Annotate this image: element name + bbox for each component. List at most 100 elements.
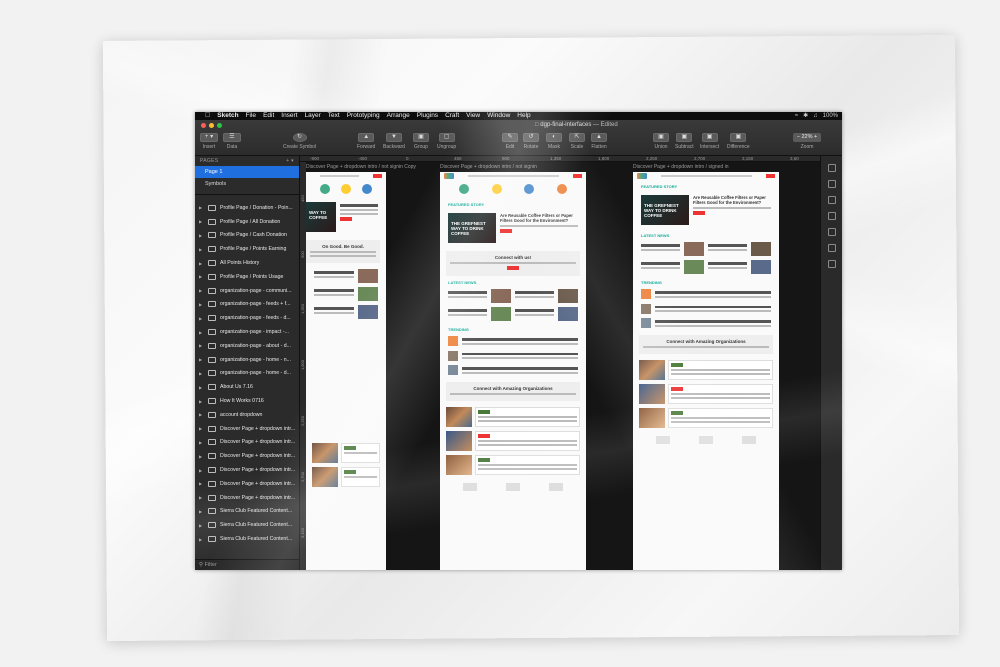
- forward-button[interactable]: ▲ Forward: [357, 133, 375, 150]
- layer-item[interactable]: ▶ Profile Page / Points Usage: [195, 270, 299, 284]
- disclosure-triangle-icon[interactable]: ▶: [199, 509, 204, 514]
- layer-item[interactable]: ▶ organization-page - home - d...: [195, 367, 299, 381]
- page-item-page-1[interactable]: Page 1: [195, 166, 299, 178]
- disclosure-triangle-icon[interactable]: ▶: [199, 371, 204, 376]
- layer-item[interactable]: ▶ Discover Page + dropdown intr...: [195, 422, 299, 436]
- mask-button[interactable]: ◐ Mask: [546, 133, 562, 150]
- battery-percent[interactable]: 100%: [823, 112, 838, 120]
- layer-item[interactable]: ▶ Discover Page + dropdown intr...: [195, 491, 299, 505]
- minimize-window-icon[interactable]: [209, 123, 214, 128]
- layer-item[interactable]: ▶ Profile Page / Points Earning: [195, 242, 299, 256]
- menu-text[interactable]: Text: [328, 112, 340, 120]
- disclosure-triangle-icon[interactable]: ▶: [199, 537, 204, 542]
- layer-item[interactable]: ▶ Discover Page + dropdown intr...: [195, 449, 299, 463]
- disclosure-triangle-icon[interactable]: ▶: [199, 481, 204, 486]
- layer-item[interactable]: ▶ About Us 7.16: [195, 380, 299, 394]
- prototype-icon[interactable]: [827, 244, 836, 252]
- menu-layer[interactable]: Layer: [305, 112, 321, 120]
- layer-item[interactable]: ▶ organization-page - feeds + f...: [195, 298, 299, 312]
- page-item-symbols[interactable]: Symbols: [195, 178, 299, 190]
- menu-view[interactable]: View: [466, 112, 480, 120]
- menu-edit[interactable]: Edit: [263, 112, 274, 120]
- menu-plugins[interactable]: Plugins: [417, 112, 438, 120]
- filter-field[interactable]: ⚲ Filter: [195, 559, 299, 570]
- scale-button[interactable]: ⇱ Scale: [569, 133, 585, 150]
- layer-item[interactable]: ▶ Discover Page + dropdown intr...: [195, 463, 299, 477]
- backward-button[interactable]: ▼ Backward: [383, 133, 405, 150]
- layer-item[interactable]: ▶ Discover Page + dropdown intr...: [195, 436, 299, 450]
- style-icon[interactable]: [827, 212, 836, 220]
- layer-item[interactable]: ▶ Sierra Club Featured Content...: [195, 532, 299, 546]
- disclosure-triangle-icon[interactable]: ▶: [199, 288, 204, 293]
- disclosure-triangle-icon[interactable]: ▶: [199, 330, 204, 335]
- wifi-icon[interactable]: ≈: [795, 112, 798, 120]
- apple-icon[interactable]: : [205, 112, 210, 120]
- data-button[interactable]: ☰ Data: [223, 133, 241, 150]
- artboard-label[interactable]: Discover Page + dropdown intro / not sig…: [306, 164, 416, 170]
- layer-item[interactable]: ▶ organization-page - home - n...: [195, 353, 299, 367]
- menu-craft[interactable]: Craft: [445, 112, 459, 120]
- edit-button[interactable]: ✎ Edit: [502, 133, 518, 150]
- canvas[interactable]: Discover Page + dropdown intro / not sig…: [306, 162, 820, 570]
- union-button[interactable]: ▣ Union: [653, 133, 669, 150]
- artboard-label[interactable]: Discover Page + dropdown intro / signed …: [633, 164, 728, 170]
- disclosure-triangle-icon[interactable]: ▶: [199, 316, 204, 321]
- artboard-label-2[interactable]: Discover Page + dropdown intro / not sig…: [440, 164, 537, 170]
- bluetooth-icon[interactable]: ✱: [803, 112, 808, 120]
- disclosure-triangle-icon[interactable]: ▶: [199, 399, 204, 404]
- disclosure-triangle-icon[interactable]: ▶: [199, 233, 204, 238]
- disclosure-triangle-icon[interactable]: ▶: [199, 343, 204, 348]
- disclosure-triangle-icon[interactable]: ▶: [199, 205, 204, 210]
- create-symbol-button[interactable]: ↻ Create Symbol: [283, 133, 316, 150]
- disclosure-triangle-icon[interactable]: ▶: [199, 247, 204, 252]
- disclosure-triangle-icon[interactable]: ▶: [199, 274, 204, 279]
- layer-item[interactable]: ▶ Discover Page + dropdown intr...: [195, 477, 299, 491]
- artboard-discover-copy[interactable]: WAY TO COFFEE On Good. Be Good.: [306, 172, 386, 570]
- maximize-window-icon[interactable]: [217, 123, 222, 128]
- menu-app-name[interactable]: Sketch: [217, 112, 238, 120]
- layer-item[interactable]: ▶ organization-page - about - d...: [195, 339, 299, 353]
- disclosure-triangle-icon[interactable]: ▶: [199, 219, 204, 224]
- volume-icon[interactable]: ♫: [813, 112, 818, 120]
- menu-arrange[interactable]: Arrange: [387, 112, 410, 120]
- layer-item[interactable]: ▶ Profile Page / Cash Donation: [195, 229, 299, 243]
- flatten-button[interactable]: ▲ Flatten: [591, 133, 607, 150]
- disclosure-triangle-icon[interactable]: ▶: [199, 302, 204, 307]
- menu-help[interactable]: Help: [517, 112, 530, 120]
- layer-item[interactable]: ▶ How It Works 0716: [195, 394, 299, 408]
- group-button[interactable]: ▣ Group: [413, 133, 429, 150]
- ungroup-button[interactable]: ▢ Ungroup: [437, 133, 456, 150]
- layer-item[interactable]: ▶ organization-page - communi...: [195, 284, 299, 298]
- zoom-control[interactable]: − 22% + Zoom: [793, 133, 821, 150]
- disclosure-triangle-icon[interactable]: ▶: [199, 454, 204, 459]
- text-icon[interactable]: [827, 228, 836, 236]
- subtract-button[interactable]: ▣ Subtract: [675, 133, 694, 150]
- menu-window[interactable]: Window: [487, 112, 510, 120]
- menu-prototyping[interactable]: Prototyping: [347, 112, 380, 120]
- layer-item[interactable]: ▶ organization-page - feeds - d...: [195, 311, 299, 325]
- artboard-discover-not-signin[interactable]: FEATURED STORY THE GREFNEST WAY TO DRINK…: [440, 172, 586, 570]
- difference-button[interactable]: ▣ Difference: [727, 133, 750, 150]
- layer-item[interactable]: ▶ Profile Page / Donation - Poin...: [195, 201, 299, 215]
- export-icon[interactable]: [827, 180, 836, 188]
- craft-icon[interactable]: [827, 260, 836, 268]
- layer-item[interactable]: ▶ Sierra Club Featured Content...: [195, 505, 299, 519]
- disclosure-triangle-icon[interactable]: ▶: [199, 468, 204, 473]
- layer-item[interactable]: ▶ account dropdown: [195, 408, 299, 422]
- close-window-icon[interactable]: [201, 123, 206, 128]
- disclosure-triangle-icon[interactable]: ▶: [199, 357, 204, 362]
- disclosure-triangle-icon[interactable]: ▶: [199, 385, 204, 390]
- layer-item[interactable]: ▶ All Points History: [195, 256, 299, 270]
- insert-button[interactable]: + ▾ Insert: [200, 133, 218, 150]
- add-page-icon[interactable]: + ▾: [286, 158, 294, 164]
- disclosure-triangle-icon[interactable]: ▶: [199, 261, 204, 266]
- rotate-button[interactable]: ↺ Rotate: [523, 133, 539, 150]
- disclosure-triangle-icon[interactable]: ▶: [199, 523, 204, 528]
- layer-item[interactable]: ▶ Sierra Club Featured Content...: [195, 518, 299, 532]
- menu-file[interactable]: File: [246, 112, 256, 120]
- layout-icon[interactable]: [827, 196, 836, 204]
- disclosure-triangle-icon[interactable]: ▶: [199, 495, 204, 500]
- disclosure-triangle-icon[interactable]: ▶: [199, 426, 204, 431]
- intersect-button[interactable]: ▣ Intersect: [700, 133, 719, 150]
- disclosure-triangle-icon[interactable]: ▶: [199, 440, 204, 445]
